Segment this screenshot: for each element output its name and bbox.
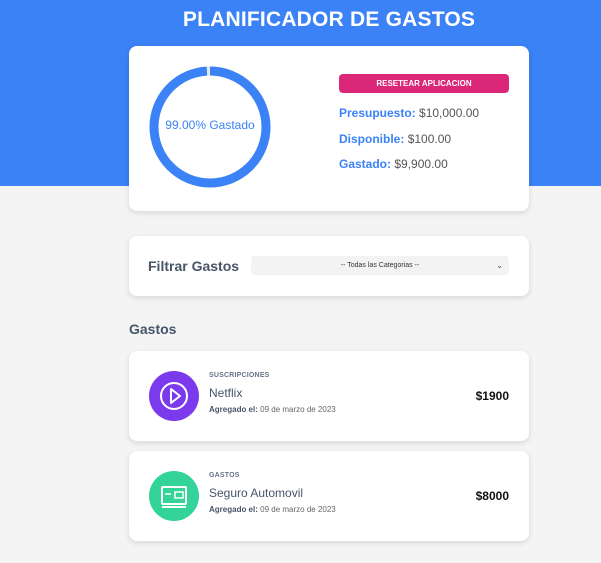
chevron-down-icon: ⌄ xyxy=(496,261,503,270)
available-key: Disponible: xyxy=(339,132,405,146)
spent-stat: Gastado: $9,900.00 xyxy=(339,157,448,171)
category-filter-select[interactable]: -- Todas las Categorias -- ⌄ xyxy=(251,256,509,275)
budget-stat: Presupuesto: $10,000.00 xyxy=(339,106,479,120)
expense-date: Agregado el: 09 de marzo de 2023 xyxy=(209,505,336,514)
expense-item[interactable]: GASTOS Seguro Automovil Agregado el: 09 … xyxy=(129,451,529,541)
budget-value: $10,000.00 xyxy=(419,106,480,120)
expense-date-key: Agregado el: xyxy=(209,505,258,514)
expense-amount: $8000 xyxy=(475,489,509,503)
reset-app-button[interactable]: RESETEAR APLICACION xyxy=(339,74,509,93)
expense-category: SUSCRIPCIONES xyxy=(209,372,270,379)
expense-item[interactable]: SUSCRIPCIONES Netflix Agregado el: 09 de… xyxy=(129,351,529,441)
budget-key: Presupuesto: xyxy=(339,106,416,120)
filter-card: Filtrar Gastos -- Todas las Categorias -… xyxy=(129,236,529,296)
available-stat: Disponible: $100.00 xyxy=(339,132,451,146)
budget-card: 99.00% Gastado RESETEAR APLICACION Presu… xyxy=(129,46,529,211)
budget-progress-donut: 99.00% Gastado xyxy=(148,65,272,189)
play-icon xyxy=(149,371,199,421)
expenses-section-title: Gastos xyxy=(129,321,177,337)
filter-label: Filtrar Gastos xyxy=(148,258,240,274)
progress-label: 99.00% Gastado xyxy=(165,118,255,132)
available-value: $100.00 xyxy=(407,132,452,146)
expense-date-value: 09 de marzo de 2023 xyxy=(260,405,336,414)
spent-key: Gastado: xyxy=(339,157,392,171)
page-title: PLANIFICADOR DE GASTOS xyxy=(182,8,476,31)
expense-amount: $1900 xyxy=(475,389,509,403)
expense-name: Seguro Automovil xyxy=(209,486,304,500)
expense-date-value: 09 de marzo de 2023 xyxy=(260,505,336,514)
expense-category: GASTOS xyxy=(209,472,240,479)
category-filter-value: -- Todas las Categorias -- xyxy=(340,262,420,269)
spent-value: $9,900.00 xyxy=(394,157,448,171)
money-icon xyxy=(149,471,199,521)
expense-name: Netflix xyxy=(209,386,243,400)
expense-date-key: Agregado el: xyxy=(209,405,258,414)
expense-date: Agregado el: 09 de marzo de 2023 xyxy=(209,405,336,414)
